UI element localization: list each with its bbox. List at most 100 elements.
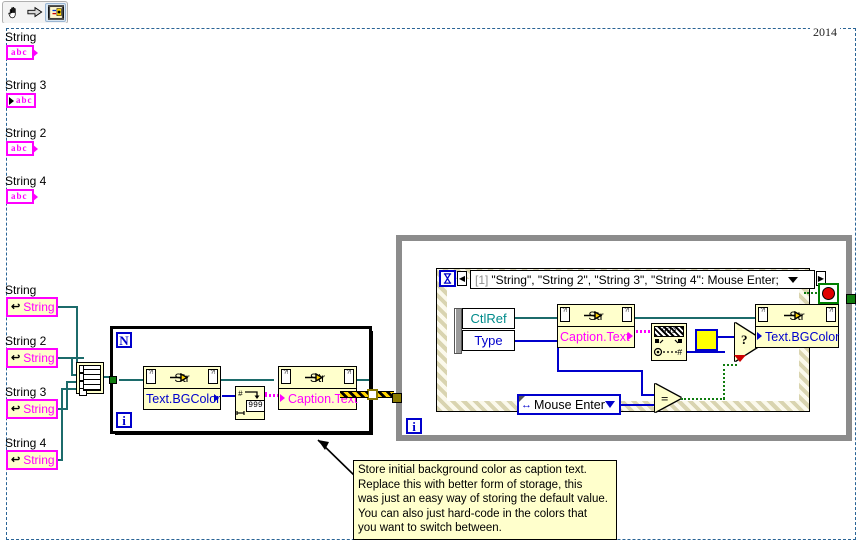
while-loop-conditional-terminal[interactable]	[846, 294, 856, 304]
refnum-terminal-string-4[interactable]: ↩ String	[6, 450, 58, 470]
build-array-function[interactable]	[76, 362, 104, 396]
property-node-wrench-icon	[584, 311, 603, 320]
arrow-right-icon	[26, 6, 42, 18]
refnum-terminal-string-3[interactable]: ↩ String	[6, 399, 58, 419]
property-input-arrow-icon	[280, 394, 285, 402]
run-arrow-button[interactable]	[24, 3, 45, 22]
refnum-value: String	[23, 402, 55, 416]
property-row-text-bgcolor[interactable]: Text.BGColor	[144, 389, 220, 408]
for-loop-index-terminal[interactable]: i	[116, 412, 132, 428]
chevron-down-icon[interactable]	[605, 401, 615, 408]
svg-text:#: #	[238, 390, 243, 399]
free-label-comment[interactable]: Store initial background color as captio…	[353, 460, 617, 540]
for-loop-count-terminal[interactable]: N	[116, 332, 132, 348]
wire-color-to-select-t	[718, 336, 736, 338]
wire-caption-to-scan	[636, 330, 651, 333]
block-diagram-canvas[interactable]: 2014 String abc String 3 abc String 2 ab…	[0, 23, 862, 543]
string-indicator-terminal-2[interactable]: abc	[6, 141, 38, 156]
terminal-output-arrow-icon	[32, 144, 38, 154]
property-node-wrench-icon	[170, 373, 189, 382]
wire-bool-equal-to-select	[681, 398, 725, 400]
event-data-node-bar[interactable]	[454, 308, 462, 354]
event-data-ctlref[interactable]: CtlRef	[462, 308, 515, 329]
number-to-string-display: 999	[246, 400, 265, 412]
refnum-terminal-string-2[interactable]: ↩ String	[6, 348, 58, 368]
refnum-glyph-icon: ↩	[11, 351, 21, 364]
refnum-label-string: String	[5, 283, 37, 297]
event-structure-icon[interactable]	[439, 270, 456, 287]
property-node-text-bgcolor-read[interactable]: ?! Str ?! Text.BGColor	[143, 366, 221, 410]
wire-propA-to-propB-ref	[635, 317, 755, 319]
event-structure[interactable]: CtlRef Type ?! Str ?!	[436, 268, 839, 415]
event-case-prev-button[interactable]: ◀	[457, 271, 467, 286]
property-input-arrow-icon	[757, 332, 762, 340]
hand-icon	[8, 7, 16, 19]
refnum-out-glyph-icon: ?!	[622, 307, 632, 322]
string-indicator-terminal-4[interactable]: abc	[6, 189, 38, 204]
scan-from-string[interactable]: 999 #	[651, 323, 687, 361]
property-node-header: ?! Str ?!	[279, 367, 356, 389]
terminal-label-string-3: String 3	[5, 78, 47, 92]
wire-refnum-4-v	[61, 389, 63, 461]
event-data-type[interactable]: Type	[462, 330, 515, 351]
terminal-input-arrow-icon	[9, 97, 14, 105]
refnum-terminal-string[interactable]: ↩ String	[6, 297, 58, 317]
vi-icon-button[interactable]	[45, 3, 66, 22]
property-node-caption-text-write[interactable]: ?! Str ?! Caption.Text	[278, 366, 357, 410]
hourglass-icon	[443, 273, 452, 284]
hand-tool-button[interactable]	[3, 3, 24, 22]
string-control-terminal-3[interactable]: abc	[6, 93, 36, 108]
wire-numstr-bend	[265, 392, 269, 397]
refnum-label-string-4: String 4	[5, 436, 47, 450]
property-node-wrench-icon	[784, 311, 803, 320]
refnum-label-string-3: String 3	[5, 385, 47, 399]
event-case-selector[interactable]: [1] "String", "String 2", "String 3", "S…	[470, 270, 815, 289]
stop-button[interactable]	[818, 283, 839, 304]
wire-type-h2	[557, 370, 643, 372]
toolbar	[0, 0, 862, 24]
abc-glyph: abc	[11, 47, 28, 57]
enum-value: Mouse Enter	[534, 397, 605, 412]
while-loop-structure[interactable]: i CtlRef Type ?! Str ?!	[392, 235, 856, 441]
wire-refnum-3-v	[66, 382, 68, 410]
property-name: Text.BGColor	[146, 391, 221, 406]
property-row-text-bgcolor[interactable]: Text.BGColor	[756, 327, 839, 346]
chevron-down-icon[interactable]	[788, 277, 798, 283]
wire-enum-to-equal	[621, 404, 655, 406]
wire-bool-to-select-sel	[723, 364, 737, 366]
refnum-value: String	[23, 300, 55, 314]
terminal-label-string: String	[5, 30, 37, 44]
svg-text:#: #	[677, 348, 683, 358]
property-node-header: ?! Str ?!	[756, 305, 838, 327]
for-loop-output-tunnel[interactable]	[367, 389, 378, 400]
refnum-label-string-2: String 2	[5, 334, 47, 348]
event-type-enum-constant[interactable]: ↔ Mouse Enter	[517, 394, 621, 415]
number-to-decimal-string[interactable]: # 999	[235, 386, 265, 420]
abc-glyph: abc	[11, 191, 28, 201]
terminal-label-string-4: String 4	[5, 174, 47, 188]
refnum-glyph-icon: ↩	[11, 453, 21, 466]
wire-type-v2	[641, 370, 643, 396]
wire-refnum-array-left	[340, 391, 368, 398]
property-output-arrow-icon	[628, 332, 633, 340]
scan-from-string-display: 999	[654, 326, 684, 337]
terminal-label-string-2: String 2	[5, 126, 47, 140]
property-row-caption-text[interactable]: Caption.Text	[558, 327, 634, 346]
refnum-glyph-icon: ↩	[11, 402, 21, 415]
wire-refnum-1	[58, 306, 78, 308]
while-loop-input-tunnel[interactable]	[392, 393, 402, 403]
event-case-text: "String", "String 2", "String 3", "Strin…	[491, 272, 779, 287]
while-loop-index-terminal[interactable]: i	[406, 418, 422, 434]
build-array-output-grid-icon	[83, 365, 101, 391]
toolbar-button-group	[2, 1, 68, 24]
color-box-constant[interactable]	[695, 329, 718, 351]
property-node-text-bgcolor-write[interactable]: ?! Str ?! Text.BGColor	[755, 304, 839, 348]
refnum-value: String	[23, 351, 55, 365]
wire-tunnel-to-prop1	[119, 379, 143, 381]
for-loop-input-tunnel[interactable]	[109, 376, 117, 384]
property-node-caption-text-read[interactable]: ?! Str ?! Caption.Text	[557, 304, 635, 348]
refnum-value: String	[23, 453, 55, 467]
wire-type-to-equal	[641, 394, 655, 396]
string-indicator-terminal-1[interactable]: abc	[6, 45, 38, 60]
stop-button-indicator-icon	[822, 287, 835, 300]
